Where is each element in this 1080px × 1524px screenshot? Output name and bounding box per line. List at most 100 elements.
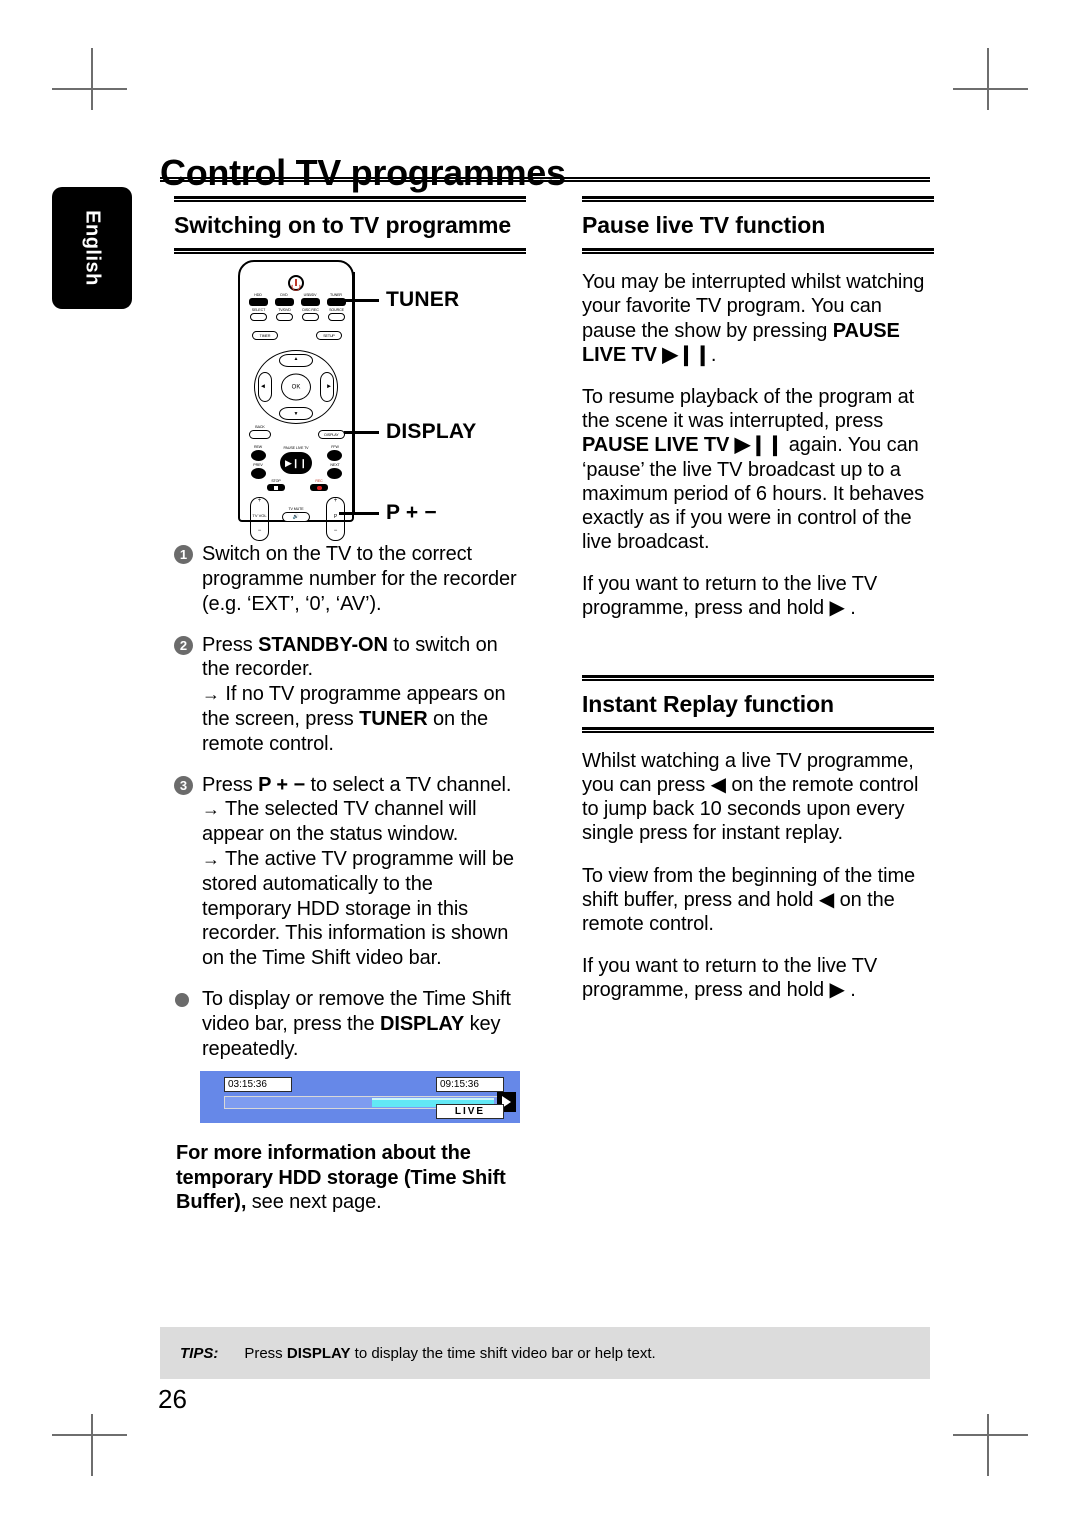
step-2: 2 Press STANDBY-ON to switch on the reco… bbox=[174, 633, 526, 757]
instant-replay-paragraph-3: If you want to return to the live TV pro… bbox=[582, 955, 878, 1002]
btn-label-display: DISPLAY bbox=[324, 432, 339, 437]
time-shift-end-time: 09:15:36 bbox=[436, 1077, 504, 1093]
crop-mark-bottom-right-h bbox=[953, 1434, 1028, 1436]
record-icon bbox=[317, 485, 322, 491]
crop-mark-top-left-h bbox=[52, 88, 127, 90]
right-column: Pause live TV function You may be interr… bbox=[582, 196, 934, 1021]
pause-live-tv-rule-top bbox=[582, 196, 934, 202]
standby-on-icon bbox=[288, 275, 304, 292]
p-plus-icon: + bbox=[333, 498, 338, 505]
left-column: Switching on to TV programme HDD DVD USB… bbox=[174, 196, 526, 1232]
button-dvd[interactable] bbox=[275, 298, 294, 307]
time-shift-start-time: 03:15:36 bbox=[224, 1077, 292, 1093]
tips-text: Press DISPLAY to display the time shift … bbox=[244, 1344, 656, 1362]
step-3: 3 Press P + − to select a TV channel. → T… bbox=[174, 773, 526, 971]
btn-label-ffw: FFW bbox=[331, 445, 339, 450]
btn-label-tuner: TUNER bbox=[330, 293, 342, 298]
btn-label-hdd: HDD bbox=[254, 293, 262, 298]
nav-left-icon: ◀ bbox=[261, 383, 265, 390]
section-rule-bottom bbox=[174, 248, 526, 255]
button-disc-rec[interactable] bbox=[302, 313, 319, 322]
crop-mark-bottom-left-h bbox=[52, 1434, 127, 1436]
stop-icon bbox=[274, 486, 278, 491]
callout-lead-display bbox=[344, 431, 379, 435]
bullet-display-key: To display or remove the Time Shift vide… bbox=[174, 987, 526, 1061]
btn-label-usbdv: USB/DV bbox=[303, 293, 317, 298]
step-1: 1 Switch on the TV to the correct progra… bbox=[174, 542, 526, 616]
btn-label-pause-live-tv: PAUSE LIVE TV bbox=[283, 446, 309, 451]
remote-control-illustration: HDD DVD USB/DV TUNER SELECT TV/DVD DISC … bbox=[174, 260, 526, 542]
p-minus-icon: − bbox=[333, 528, 338, 535]
callout-label-tuner: TUNER bbox=[386, 288, 460, 312]
btn-label-tv-vol: TV VOL bbox=[252, 513, 267, 519]
section-title-instant-replay: Instant Replay function bbox=[582, 690, 834, 717]
button-ok[interactable]: OK bbox=[281, 373, 311, 401]
button-programme[interactable]: + P − bbox=[326, 497, 345, 542]
instant-replay-paragraph-2: To view from the beginning of the time s… bbox=[582, 864, 916, 935]
section-title-switching-on: Switching on to TV programme bbox=[174, 212, 512, 238]
tv-vol-plus-icon: + bbox=[257, 498, 262, 505]
instant-replay-rule-bottom bbox=[582, 726, 934, 733]
button-rew[interactable] bbox=[251, 450, 266, 462]
pause-live-tv-rule-bottom bbox=[582, 248, 934, 255]
callout-vertical-line bbox=[353, 272, 355, 513]
btn-label-setup: SETUP bbox=[323, 333, 335, 338]
bullet-dot-icon bbox=[175, 992, 189, 1007]
btn-label-p: P bbox=[333, 514, 338, 521]
pause-live-tv-paragraph-3: If you want to return to the live TV pro… bbox=[582, 573, 878, 620]
navigation-pad[interactable]: OK ▲ ▼ ◀ ▶ bbox=[254, 350, 338, 425]
btn-label-rec: REC bbox=[315, 479, 323, 484]
button-tv-dvd[interactable] bbox=[276, 313, 293, 322]
button-select[interactable] bbox=[250, 313, 267, 322]
note-more-information: For more information about the temporary… bbox=[176, 1142, 506, 1213]
time-shift-video-bar: 03:15:36 09:15:36 LIVE bbox=[200, 1071, 520, 1124]
instant-replay-rule-top bbox=[582, 674, 934, 681]
button-source[interactable] bbox=[328, 313, 345, 322]
btn-label-source: SOURCE bbox=[329, 308, 344, 313]
btn-label-timer: TIMER bbox=[259, 333, 271, 338]
nav-up-icon: ▲ bbox=[293, 356, 299, 363]
pause-live-tv-paragraph-1: You may be interrupted whilst watching y… bbox=[582, 271, 925, 366]
callout-label-display: DISPLAY bbox=[386, 420, 477, 444]
callout-label-p: P + − bbox=[386, 501, 437, 525]
button-prev[interactable] bbox=[251, 468, 266, 480]
section-title-pause-live-tv: Pause live TV function bbox=[582, 212, 826, 238]
crop-mark-top-right-v bbox=[987, 48, 989, 110]
button-ffw[interactable] bbox=[327, 450, 342, 462]
btn-label-tvdvd: TV/DVD bbox=[278, 308, 291, 313]
btn-label-dvd: DVD bbox=[280, 293, 288, 298]
pause-live-tv-icon: ▶❙❙ bbox=[284, 458, 307, 469]
crop-mark-top-right-h bbox=[953, 88, 1028, 90]
bullet-text: To display or remove the Time Shift vide… bbox=[202, 987, 511, 1060]
button-hdd[interactable] bbox=[249, 298, 268, 307]
step-3-text: Press P + − to select a TV channel. → The… bbox=[202, 773, 514, 970]
btn-label-tv-mute: TV MUTE bbox=[288, 507, 304, 512]
step-3-number: 3 bbox=[174, 775, 193, 795]
callout-lead-p bbox=[339, 512, 379, 516]
button-usb-dv[interactable] bbox=[301, 298, 320, 307]
instant-replay-paragraph-1: Whilst watching a live TV programme, you… bbox=[582, 749, 919, 845]
btn-label-rew: REW bbox=[253, 445, 263, 450]
tips-bar: TIPS: Press DISPLAY to display the time … bbox=[160, 1327, 930, 1379]
page-number: 26 bbox=[158, 1384, 187, 1414]
time-shift-live-badge: LIVE bbox=[436, 1104, 504, 1120]
section-rule-top bbox=[174, 196, 526, 202]
step-1-text: Switch on the TV to the correct programm… bbox=[202, 543, 517, 615]
nav-right-icon: ▶ bbox=[327, 383, 331, 390]
btn-label-disc-rec: DISC REC bbox=[302, 308, 319, 313]
btn-label-stop: STOP bbox=[271, 479, 281, 484]
nav-down-icon: ▼ bbox=[293, 411, 299, 418]
title-divider bbox=[160, 177, 930, 182]
mute-icon: 🔊 bbox=[292, 514, 300, 521]
pause-live-tv-paragraph-2: To resume playback of the program at the… bbox=[582, 385, 925, 554]
language-tab: English bbox=[52, 187, 132, 309]
page-title: Control TV programmes bbox=[160, 152, 566, 194]
button-back[interactable] bbox=[249, 430, 271, 440]
button-next[interactable] bbox=[327, 468, 342, 480]
btn-label-next: NEXT bbox=[330, 463, 340, 468]
crop-mark-bottom-right-v bbox=[987, 1414, 989, 1476]
button-tv-volume[interactable]: + TV VOL − bbox=[250, 497, 269, 542]
crop-mark-bottom-left-v bbox=[91, 1414, 93, 1476]
step-1-number: 1 bbox=[174, 545, 193, 565]
btn-label-select: SELECT bbox=[251, 308, 266, 313]
